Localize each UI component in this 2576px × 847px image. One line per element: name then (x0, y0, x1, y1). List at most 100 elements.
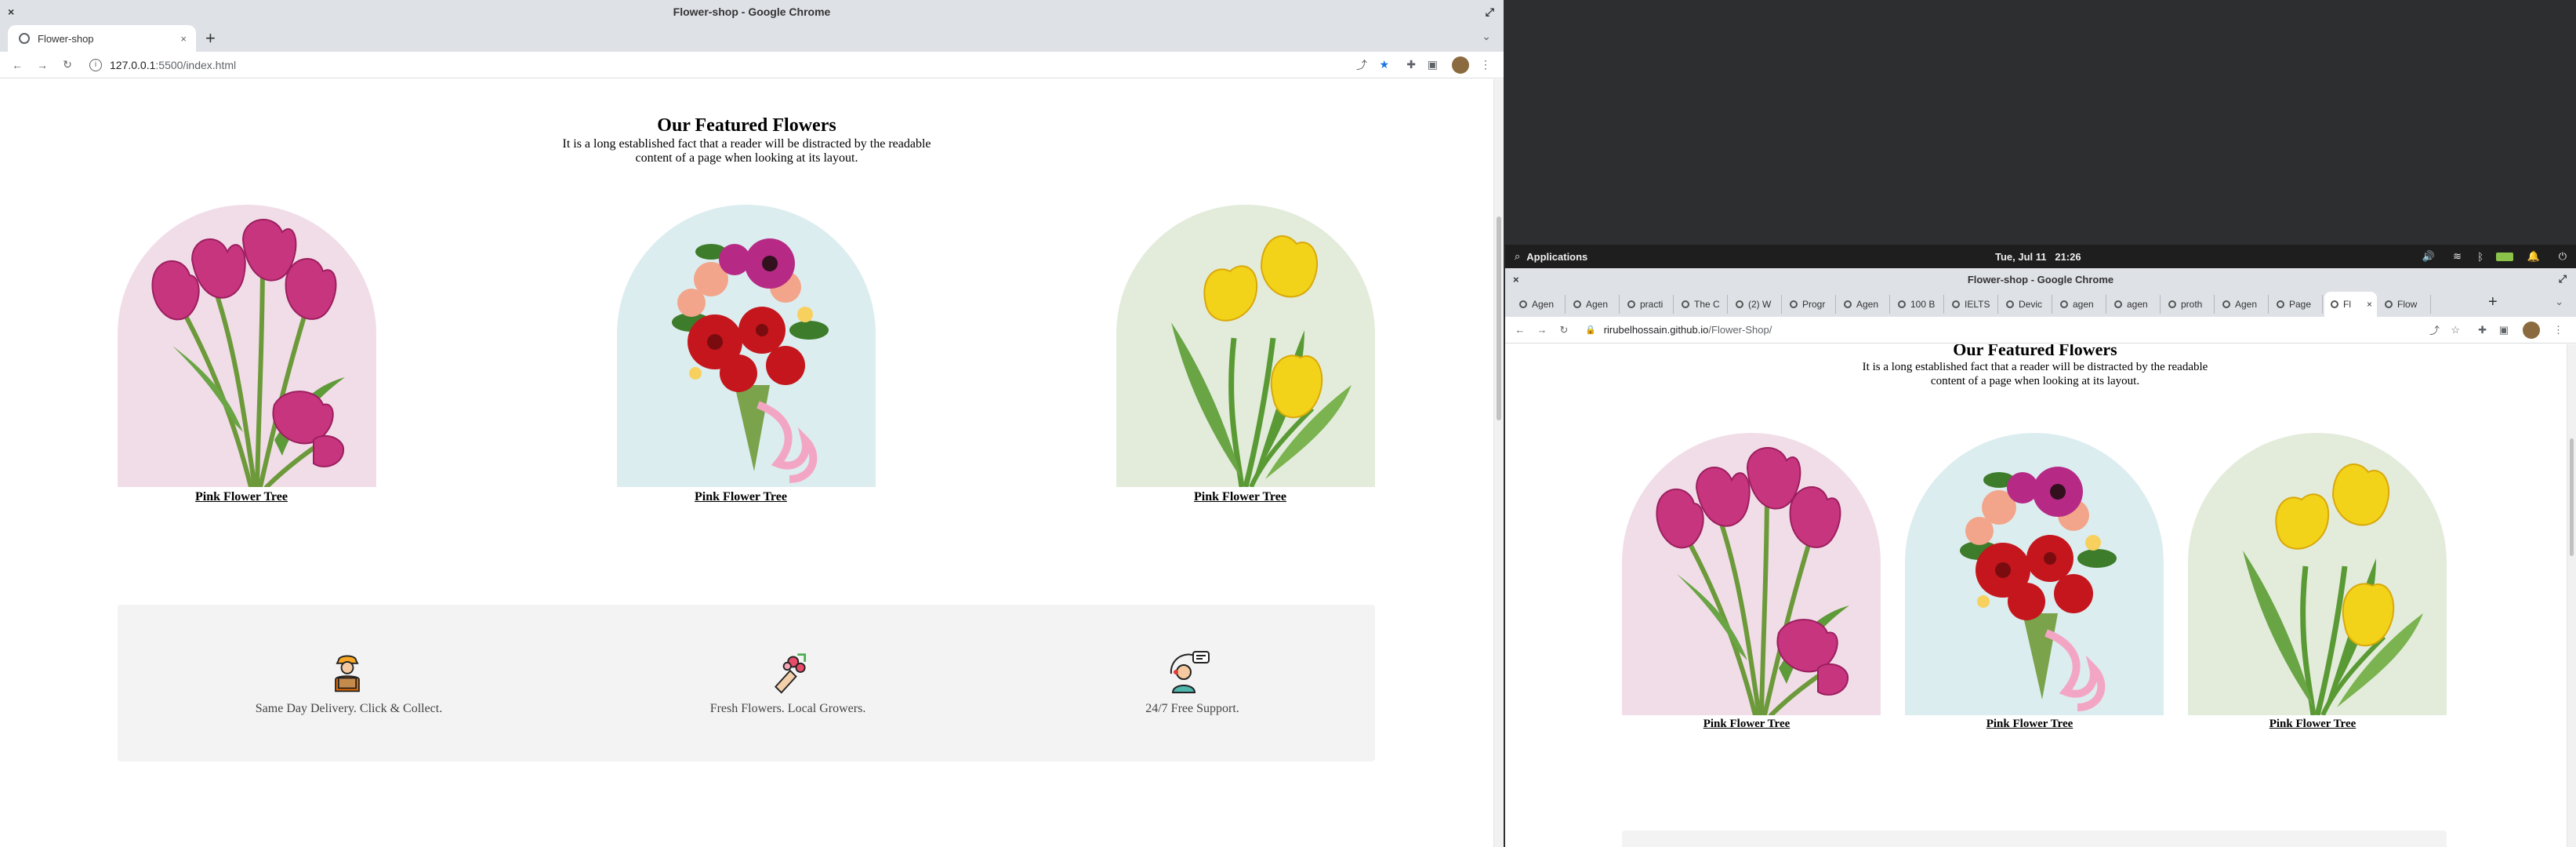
profile-avatar[interactable] (2523, 321, 2540, 339)
browser-tab[interactable]: Progr (1783, 295, 1836, 314)
browser-tab[interactable]: Devic (2000, 295, 2052, 314)
browser-tab[interactable]: The C (1675, 295, 1728, 314)
tab-favicon-icon (1627, 300, 1635, 308)
section-heading: Our Featured Flowers (657, 115, 836, 136)
browser-tab[interactable]: proth (2162, 295, 2215, 314)
tab-strip: Agen Agen practi The C (2) W Progr Agen 100 B IE… (1505, 290, 2576, 317)
back-icon[interactable]: ← (1513, 324, 1527, 336)
tab-flower-shop[interactable]: Flower-shop × (8, 25, 196, 52)
site-info-icon[interactable]: i (89, 58, 102, 71)
flower-card-3-caption[interactable]: Pink Flower Tree (1116, 490, 1364, 504)
browser-tab[interactable]: agen (2054, 295, 2106, 314)
feature-fresh-text: Fresh Flowers. Local Growers. (709, 702, 866, 715)
page-scrollbar[interactable] (1493, 79, 1504, 847)
browser-tab[interactable]: IELTS (1946, 295, 1998, 314)
menu-kebab-icon[interactable]: ⋮ (1480, 58, 1491, 71)
subtitle-line-2: content of a page when looking at its la… (635, 151, 858, 165)
flower-card-2-caption[interactable]: Pink Flower Tree (617, 490, 865, 504)
flower-card-1-image[interactable] (118, 205, 376, 487)
tab-label: The C (1694, 299, 1720, 310)
power-icon[interactable]: ⏻ (2559, 250, 2567, 263)
browser-tab[interactable]: Agen (1567, 295, 1620, 314)
menu-kebab-icon[interactable]: ⋮ (2553, 324, 2563, 336)
window-titlebar: × Flower-shop - Google Chrome ⤢ (1505, 268, 2576, 290)
yellow-tulips-image (2188, 433, 2447, 715)
close-window-icon[interactable]: × (8, 5, 14, 18)
extensions-icon[interactable]: ✚ (2478, 324, 2487, 336)
tab-favicon-icon (2114, 300, 2122, 308)
share-icon[interactable]: ⤴ (1356, 57, 1367, 73)
flower-card-2-image[interactable] (1905, 433, 2164, 715)
page-viewport: Our Featured Flowers It is a long establ… (0, 79, 1504, 847)
browser-tab[interactable]: Flow (2378, 295, 2431, 314)
new-tab-icon[interactable]: + (2488, 293, 2498, 311)
notifications-icon[interactable]: 🔔 (2527, 250, 2540, 263)
back-icon[interactable]: ← (9, 59, 25, 71)
page-scrollbar[interactable] (2567, 344, 2576, 847)
browser-tab[interactable]: agen (2108, 295, 2161, 314)
bookmark-star-icon[interactable]: ☆ (2451, 324, 2460, 336)
battery-icon[interactable] (2496, 252, 2513, 261)
yellow-tulips-image (1116, 205, 1375, 487)
address-bar[interactable]: 127.0.0.1:5500/index.html (110, 59, 236, 71)
tab-label: Devic (2019, 299, 2043, 310)
clock[interactable]: Tue, Jul 11 21:26 (1995, 251, 2081, 263)
scrollbar-thumb[interactable] (2570, 438, 2574, 556)
bookmark-star-icon[interactable]: ★ (1379, 58, 1389, 71)
close-tab-icon[interactable]: × (2367, 299, 2372, 310)
flower-card-1-image[interactable] (1622, 433, 1881, 715)
profile-avatar[interactable] (1452, 56, 1469, 74)
close-tab-icon[interactable]: × (180, 33, 187, 45)
maximize-icon[interactable]: ⤢ (2559, 273, 2567, 285)
flower-card-1-caption[interactable]: Pink Flower Tree (118, 490, 365, 504)
browser-tab[interactable]: Agen (1513, 295, 1566, 314)
address-bar[interactable]: rirubelhossain.github.io/Flower-Shop/ (1604, 324, 1772, 336)
side-panel-icon[interactable]: ▣ (1428, 58, 1438, 71)
tab-label: Agen (1856, 299, 1879, 310)
pink-tulips-image (1622, 433, 1881, 715)
lock-icon[interactable]: 🔒 (1585, 325, 1596, 335)
flower-card-1-caption[interactable]: Pink Flower Tree (1622, 718, 1871, 731)
scrollbar-thumb[interactable] (1497, 216, 1501, 420)
browser-tab[interactable]: practi (1621, 295, 1674, 314)
maximize-icon[interactable]: ⤢ (1486, 5, 1494, 19)
apps-search-icon[interactable]: ⌕ (1515, 250, 1520, 263)
reload-icon[interactable]: ↻ (1557, 324, 1571, 336)
side-panel-icon[interactable]: ▣ (2499, 324, 2509, 336)
section-subtitle: It is a long established fact that a rea… (1505, 360, 2565, 388)
volume-icon[interactable]: 🔊 (2422, 250, 2435, 263)
tab-favicon-icon (2168, 300, 2176, 308)
close-window-icon[interactable]: × (1513, 274, 1519, 285)
browser-tab[interactable]: Page (2270, 295, 2323, 314)
url-path: /Flower-Shop/ (1708, 324, 1772, 336)
extensions-icon[interactable]: ✚ (1406, 58, 1416, 71)
share-icon[interactable]: ⤴ (2429, 322, 2440, 337)
page-viewport: Our Featured Flowers It is a long establ… (1505, 344, 2576, 847)
tab-favicon-icon (1682, 300, 1689, 308)
forward-icon[interactable]: → (34, 59, 50, 71)
browser-tab[interactable]: Fl × (2324, 292, 2377, 317)
browser-tab[interactable]: Agen (2216, 295, 2269, 314)
wifi-icon[interactable]: ≋ (2453, 250, 2462, 263)
applications-menu[interactable]: Applications (1526, 251, 1587, 263)
flower-card-2-caption[interactable]: Pink Flower Tree (1905, 718, 2154, 731)
browser-tab[interactable]: Agen (1838, 295, 1890, 314)
flower-card-3-image[interactable] (1116, 205, 1375, 487)
tab-label: IELTS (1965, 299, 1990, 310)
forward-icon[interactable]: → (1535, 324, 1549, 336)
tab-search-icon[interactable]: ⌄ (1482, 30, 1491, 43)
tab-label: Page (2289, 299, 2312, 310)
flower-card-2-image[interactable] (617, 205, 876, 487)
browser-tab[interactable]: (2) W (1729, 295, 1782, 314)
subtitle-line-1: It is a long established fact that a rea… (1862, 361, 2208, 373)
reload-icon[interactable]: ↻ (60, 58, 75, 71)
feature-delivery-text: Same Day Delivery. Click & Collect. (255, 702, 443, 715)
tab-label: Agen (2235, 299, 2258, 310)
new-tab-icon[interactable]: + (205, 28, 216, 49)
flower-card-3-image[interactable] (2188, 433, 2447, 715)
bluetooth-icon[interactable]: ᛒ (2477, 251, 2483, 263)
flower-card-3-caption[interactable]: Pink Flower Tree (2188, 718, 2437, 731)
tab-label: Fl (2343, 299, 2351, 310)
tab-search-icon[interactable]: ⌄ (2555, 296, 2563, 308)
browser-tab[interactable]: 100 B (1892, 295, 1944, 314)
